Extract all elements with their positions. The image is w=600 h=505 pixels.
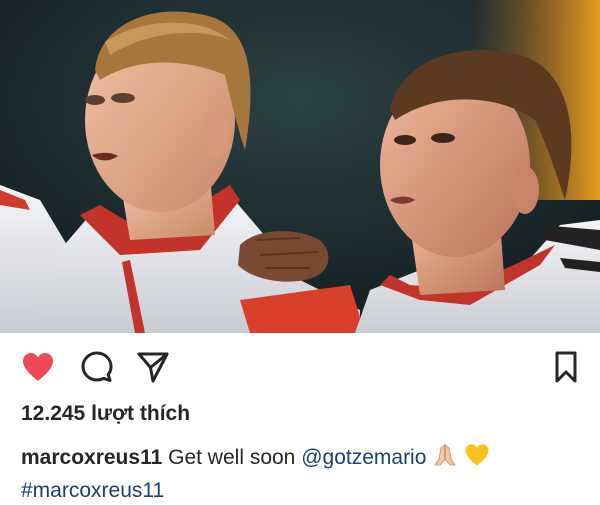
yellow-heart-icon bbox=[464, 442, 490, 476]
caption-username[interactable]: marcoxreus11 bbox=[21, 446, 162, 469]
post-action-bar bbox=[0, 333, 600, 401]
save-button[interactable] bbox=[546, 347, 586, 387]
post-image bbox=[0, 0, 600, 333]
caption-hashtag[interactable]: #marcoxreus11 bbox=[21, 479, 164, 502]
share-button[interactable] bbox=[133, 347, 173, 387]
comment-icon bbox=[81, 351, 113, 382]
caption-text: Get well soon bbox=[168, 446, 296, 469]
post-caption: marcoxreus11 Get well soon @gotzemario #… bbox=[21, 442, 591, 505]
post-photo[interactable] bbox=[0, 0, 600, 333]
bookmark-icon bbox=[555, 351, 577, 383]
caption-mention[interactable]: @gotzemario bbox=[301, 446, 426, 469]
likes-count[interactable]: 12.245 lượt thích bbox=[21, 402, 190, 426]
comment-button[interactable] bbox=[77, 347, 117, 387]
folded-hands-icon bbox=[432, 442, 458, 476]
likes-label: lượt thích bbox=[91, 402, 191, 425]
send-icon bbox=[137, 352, 169, 383]
heart-icon bbox=[23, 353, 53, 381]
likes-number: 12.245 bbox=[21, 402, 86, 425]
like-button[interactable] bbox=[18, 347, 58, 387]
